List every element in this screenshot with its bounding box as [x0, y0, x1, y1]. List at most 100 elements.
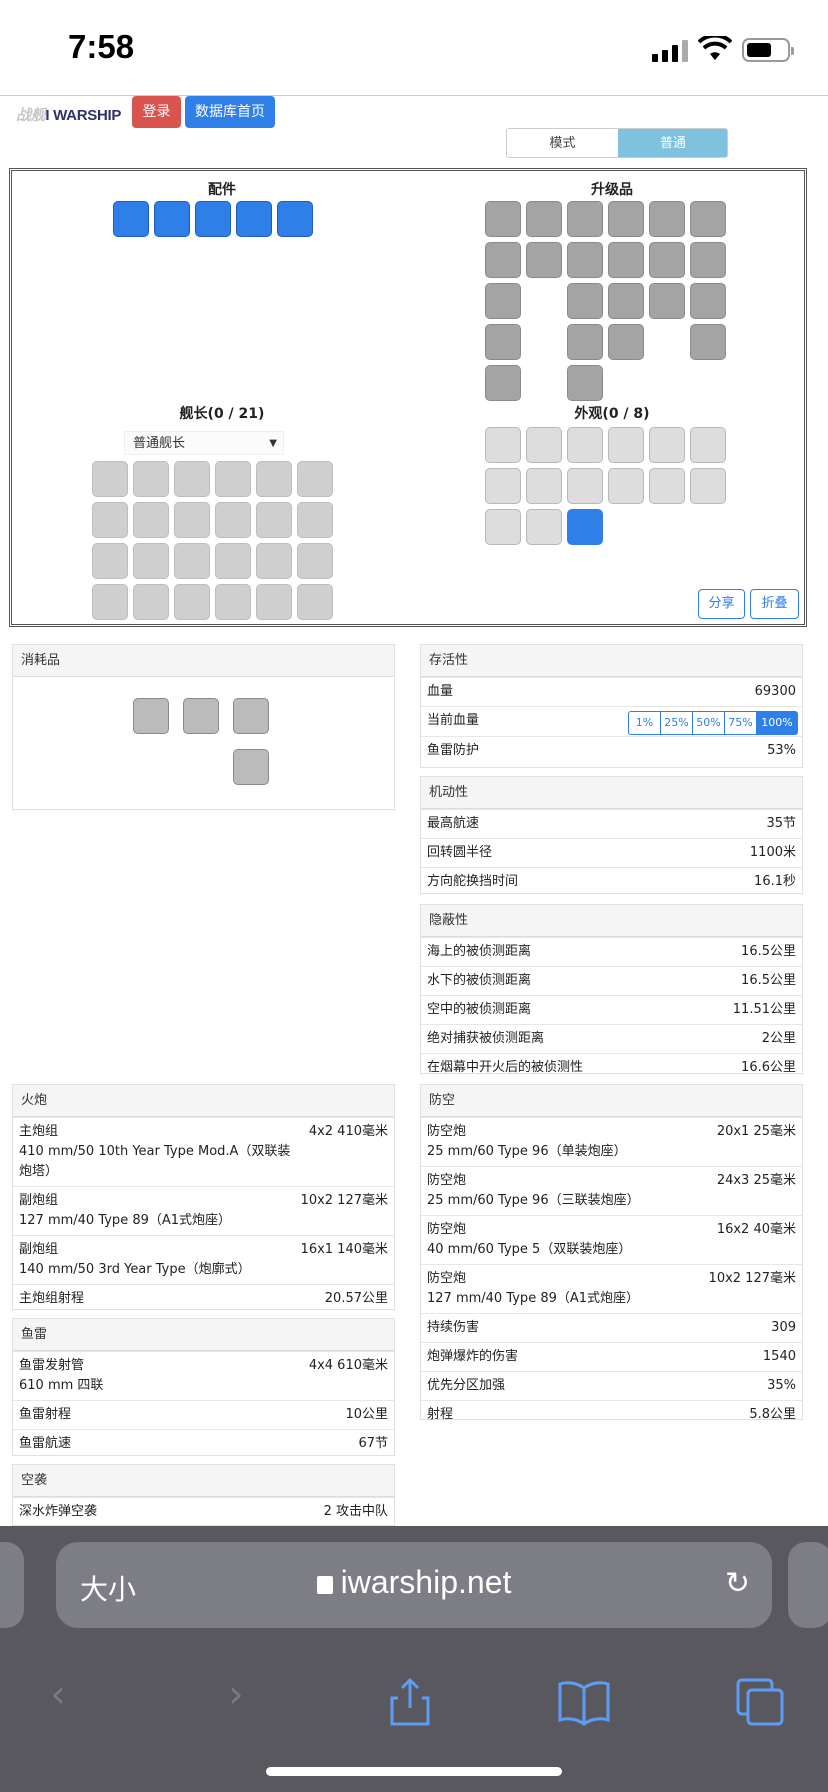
flag-icon[interactable] — [485, 468, 521, 504]
upgrade-icon[interactable] — [608, 201, 644, 237]
flag-icon[interactable] — [608, 427, 644, 463]
consumables-title: 消耗品 — [13, 645, 394, 677]
upgrade-icon[interactable] — [526, 242, 562, 278]
site-logo[interactable]: 战舰I WARSHIP — [16, 104, 121, 125]
upgrade-icon[interactable] — [485, 242, 521, 278]
upgrade-icon[interactable] — [649, 283, 685, 319]
forward-icon[interactable]: › — [206, 1672, 266, 1732]
consumable-spotter-icon[interactable] — [233, 749, 269, 785]
upgrade-icon[interactable] — [485, 283, 521, 319]
consumable-fighter-icon[interactable] — [233, 698, 269, 734]
hp-25-button[interactable]: 25% — [660, 711, 693, 735]
skill-icon[interactable] — [256, 584, 292, 620]
consumable-repair-icon[interactable] — [183, 698, 219, 734]
skill-icon[interactable] — [256, 461, 292, 497]
upgrade-icon[interactable] — [485, 324, 521, 360]
flag-icon[interactable] — [567, 468, 603, 504]
skill-icon[interactable] — [92, 543, 128, 579]
skill-icon[interactable] — [133, 584, 169, 620]
flag-icon[interactable] — [485, 509, 521, 545]
skill-icon[interactable] — [174, 543, 210, 579]
skill-icon[interactable] — [215, 461, 251, 497]
upgrade-icon[interactable] — [485, 365, 521, 401]
wifi-icon — [698, 36, 732, 60]
upgrade-icon[interactable] — [690, 283, 726, 319]
upgrade-icon[interactable] — [526, 201, 562, 237]
stat-row: 炮弹爆炸的伤害 1540 — [421, 1342, 802, 1371]
next-tab-preview[interactable] — [788, 1542, 828, 1628]
skill-icon[interactable] — [256, 502, 292, 538]
skill-icon[interactable] — [92, 584, 128, 620]
upgrade-icon[interactable] — [485, 201, 521, 237]
skill-icon[interactable] — [174, 584, 210, 620]
back-icon[interactable]: ‹ — [28, 1672, 88, 1732]
upgrade-icon[interactable] — [649, 201, 685, 237]
skill-icon[interactable] — [297, 461, 333, 497]
stat-row: 防空炮 25 mm/60 Type 96（单装炮座） 20x1 25毫米 — [421, 1117, 802, 1166]
upgrade-icon[interactable] — [690, 324, 726, 360]
fold-button[interactable]: 折叠 — [750, 589, 799, 619]
stat-row: 防空炮 40 mm/60 Type 5（双联装炮座） 16x2 40毫米 — [421, 1215, 802, 1264]
stat-row: 方向舵换挡时间 16.1秒 — [421, 867, 802, 896]
flag-icon[interactable] — [485, 427, 521, 463]
address-bar[interactable]: 大小 iwarship.net ↻ — [56, 1542, 772, 1628]
skill-icon[interactable] — [133, 461, 169, 497]
login-button[interactable]: 登录 — [132, 96, 181, 128]
stat-row: 射程 5.8公里 — [421, 1400, 802, 1429]
consumable-damage-control-icon[interactable] — [133, 698, 169, 734]
upgrade-icon[interactable] — [567, 201, 603, 237]
flag-icon[interactable] — [690, 468, 726, 504]
skill-icon[interactable] — [174, 502, 210, 538]
flag-icon[interactable] — [649, 468, 685, 504]
captain-select[interactable]: 普通舰长 ▼ — [124, 431, 284, 455]
upgrade-icon[interactable] — [567, 324, 603, 360]
upgrade-icon[interactable] — [608, 324, 644, 360]
share-button[interactable]: 分享 — [698, 589, 745, 619]
flag-icon[interactable] — [649, 427, 685, 463]
accessory-slot-1-icon[interactable] — [113, 201, 149, 237]
upgrade-icon[interactable] — [690, 242, 726, 278]
flag-icon[interactable] — [526, 468, 562, 504]
previous-tab-preview[interactable] — [0, 1542, 24, 1628]
upgrade-icon[interactable] — [567, 242, 603, 278]
database-home-button[interactable]: 数据库首页 — [185, 96, 275, 128]
skill-icon[interactable] — [92, 502, 128, 538]
upgrade-icon[interactable] — [567, 283, 603, 319]
upgrade-icon[interactable] — [567, 365, 603, 401]
hp-50-button[interactable]: 50% — [692, 711, 725, 735]
skill-icon[interactable] — [92, 461, 128, 497]
hp-75-button[interactable]: 75% — [724, 711, 757, 735]
skill-icon[interactable] — [256, 543, 292, 579]
upgrade-icon[interactable] — [690, 201, 726, 237]
flag-icon[interactable] — [526, 509, 562, 545]
flag-icon[interactable] — [567, 427, 603, 463]
hp-1-button[interactable]: 1% — [628, 711, 661, 735]
accessory-slot-3-icon[interactable] — [195, 201, 231, 237]
mode-normal-button[interactable]: 普通 — [618, 129, 727, 157]
reload-icon[interactable]: ↻ — [725, 1566, 750, 1601]
accessory-slot-5-icon[interactable] — [277, 201, 313, 237]
hp-100-button[interactable]: 100% — [756, 711, 798, 735]
accessory-slot-4-icon[interactable] — [236, 201, 272, 237]
skill-icon[interactable] — [215, 543, 251, 579]
share-icon[interactable] — [380, 1672, 440, 1732]
tabs-icon[interactable] — [730, 1672, 790, 1732]
upgrade-icon[interactable] — [608, 242, 644, 278]
skill-icon[interactable] — [215, 502, 251, 538]
skill-icon[interactable] — [297, 502, 333, 538]
skill-icon[interactable] — [133, 502, 169, 538]
skill-icon[interactable] — [174, 461, 210, 497]
skill-icon[interactable] — [297, 543, 333, 579]
camouflage-icon[interactable] — [567, 509, 603, 545]
bookmarks-icon[interactable] — [554, 1672, 614, 1732]
accessory-slot-2-icon[interactable] — [154, 201, 190, 237]
skill-icon[interactable] — [215, 584, 251, 620]
skill-icon[interactable] — [133, 543, 169, 579]
flag-icon[interactable] — [526, 427, 562, 463]
upgrade-icon[interactable] — [608, 283, 644, 319]
flag-icon[interactable] — [690, 427, 726, 463]
upgrade-icon[interactable] — [649, 242, 685, 278]
skill-icon[interactable] — [297, 584, 333, 620]
flag-icon[interactable] — [608, 468, 644, 504]
appearance-title: 外观(0 / 8) — [574, 406, 650, 422]
